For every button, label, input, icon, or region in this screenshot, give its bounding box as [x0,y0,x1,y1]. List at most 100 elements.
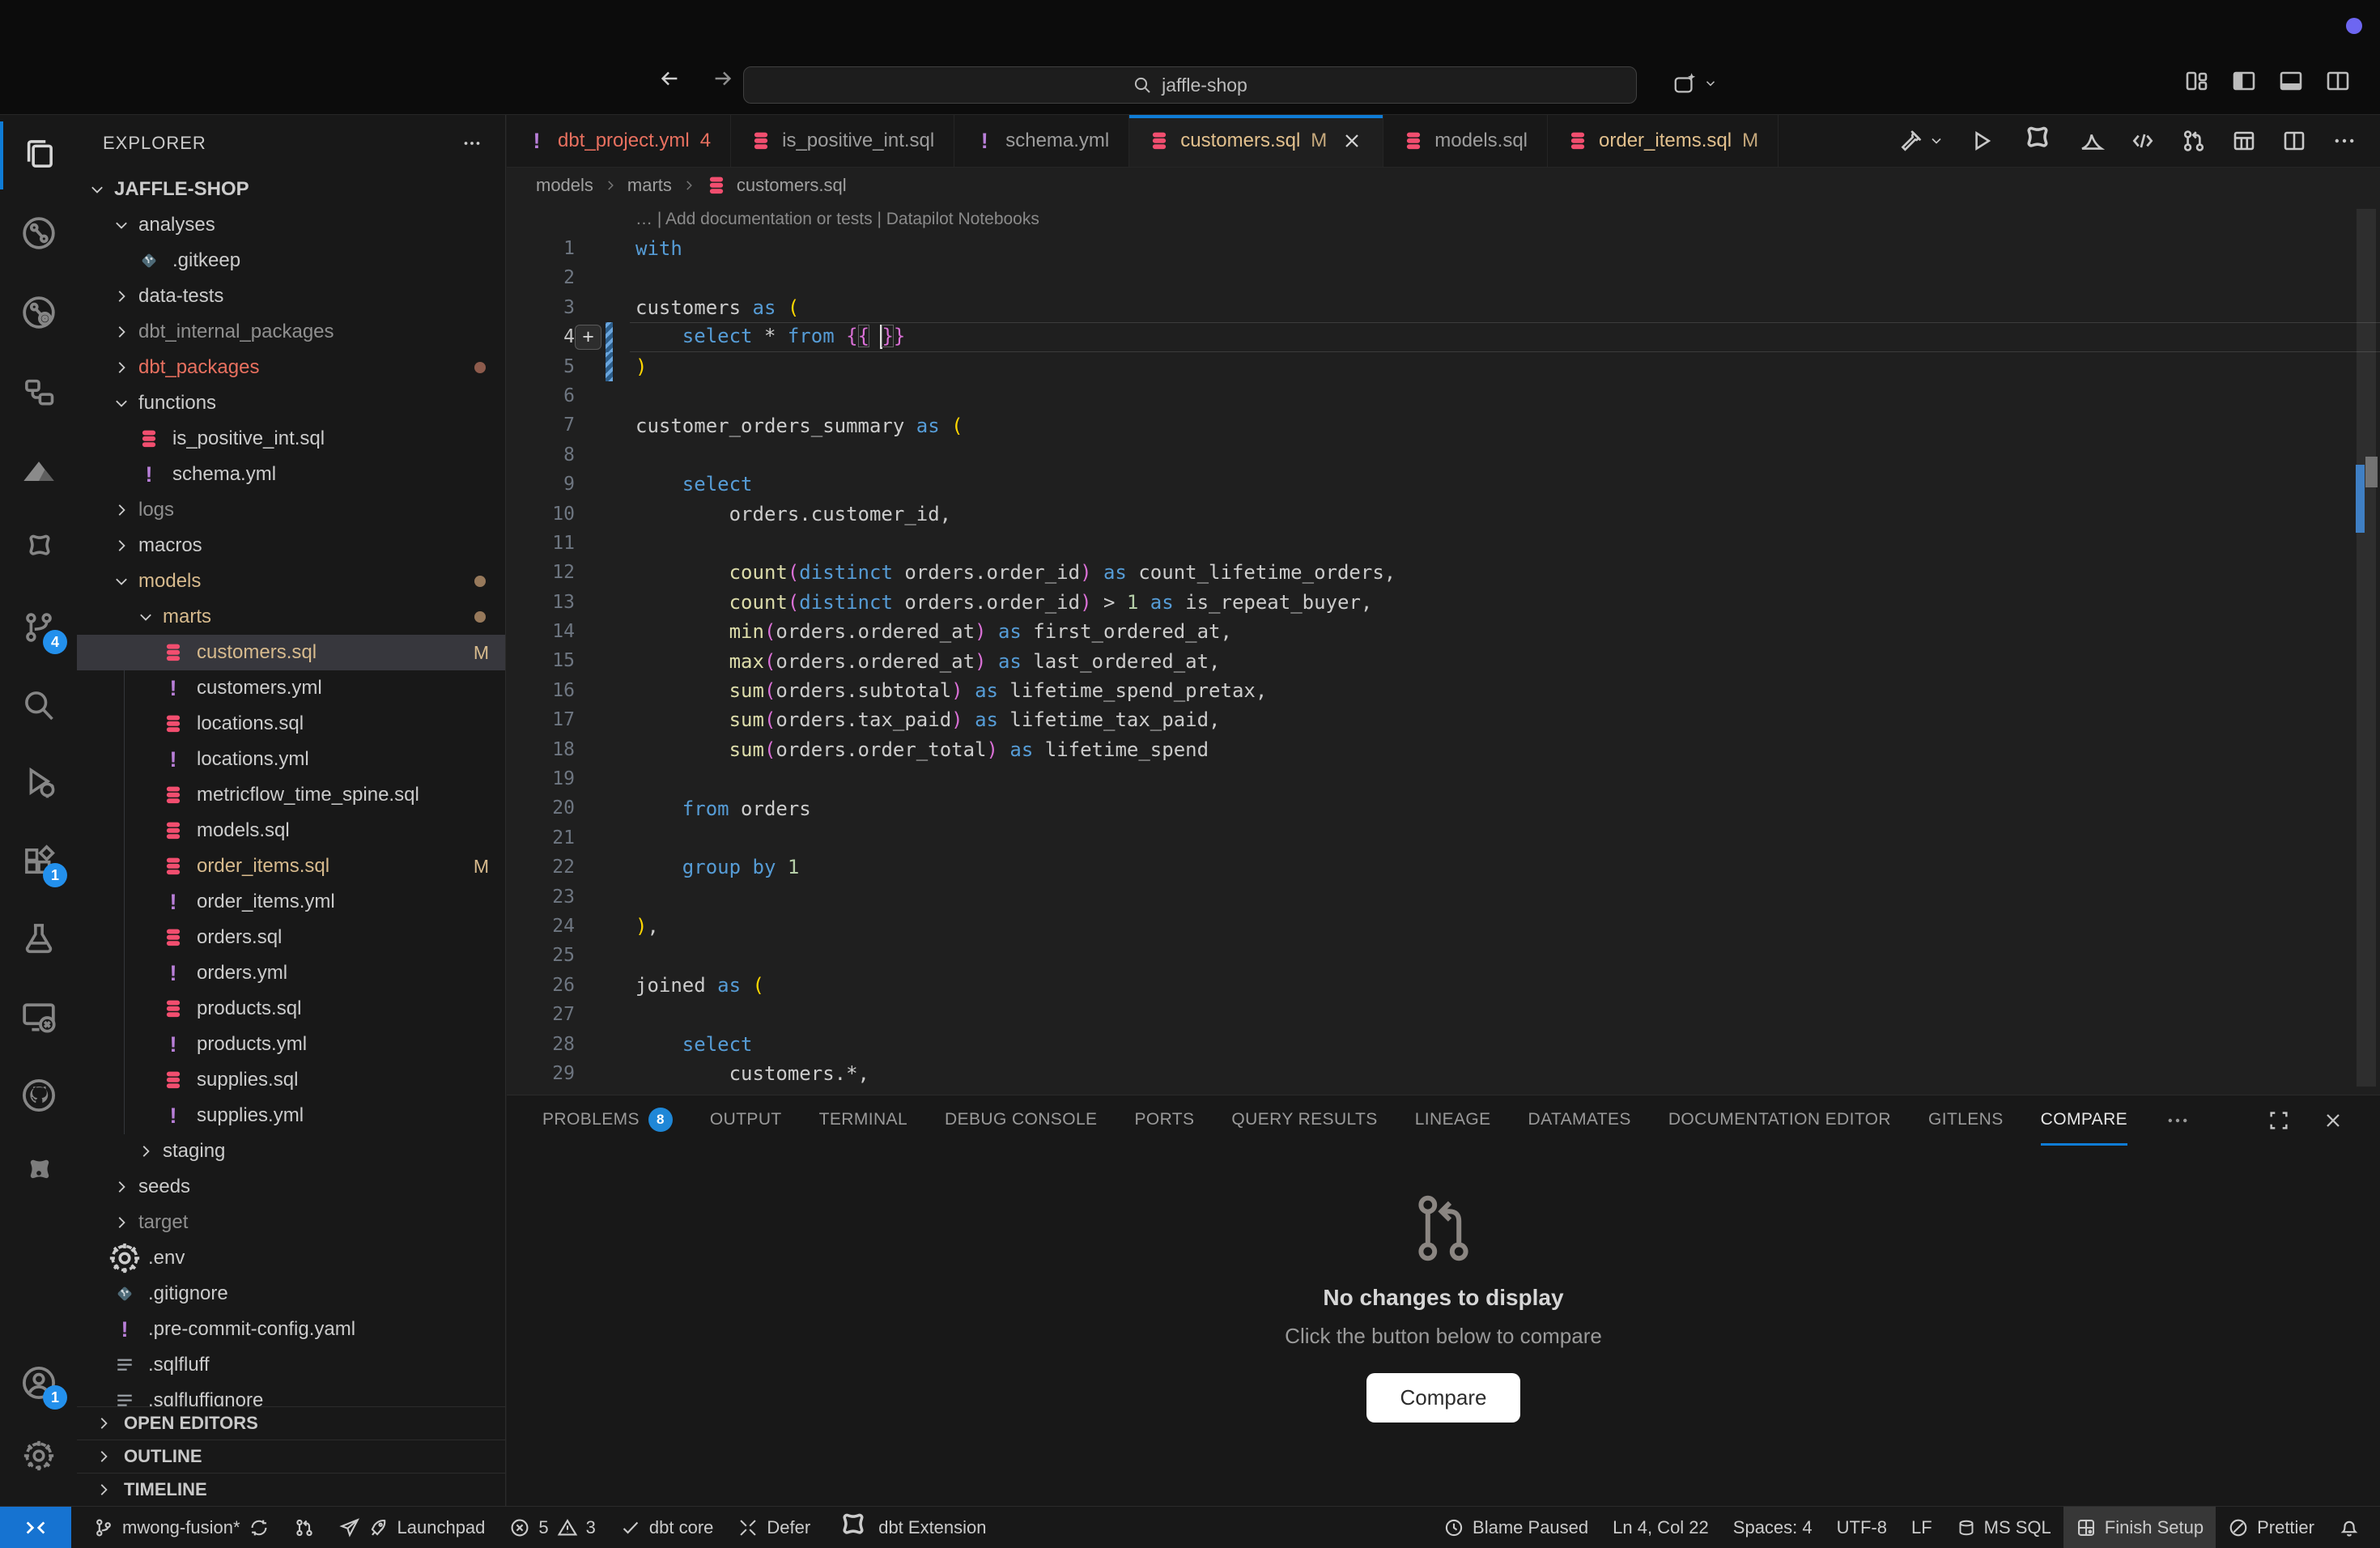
tree-item--sqlfluff[interactable]: .sqlfluff [77,1347,505,1383]
section-open-editors[interactable]: OPEN EDITORS [77,1406,505,1440]
activity-item-scm-graph[interactable] [0,198,77,268]
tree-item-target[interactable]: target [77,1205,505,1240]
tree-item-order-items-yml[interactable]: !order_items.yml [77,884,505,920]
activity-item-accounts[interactable]: 1 [0,1348,77,1418]
action-git-compare-action[interactable] [2181,128,2207,154]
add-button[interactable]: + [575,325,601,350]
tree-item-jaffle-shop[interactable]: JAFFLE-SHOP [77,172,505,207]
tree-item--env[interactable]: .env [77,1240,505,1276]
tree-item-staging[interactable]: staging [77,1133,505,1169]
tree-item-models-sql[interactable]: models.sql [77,813,505,848]
code-line-15[interactable]: 15 max(orders.ordered_at) as last_ordere… [507,646,2380,675]
code-line-17[interactable]: 17 sum(orders.tax_paid) as lifetime_tax_… [507,705,2380,734]
tree-item-orders-sql[interactable]: orders.sql [77,920,505,955]
breadcrumb[interactable]: modelsmartscustomers.sql [507,168,2380,203]
remote-indicator[interactable] [0,1507,71,1548]
code-line-3[interactable]: 3customers as ( [507,293,2380,322]
code-line-8[interactable]: 8 [507,440,2380,470]
code-area[interactable]: 1with23customers as (4+ select * from {{… [507,234,2380,1088]
code-line-10[interactable]: 10 orders.customer_id, [507,500,2380,529]
code-line-25[interactable]: 25 [507,941,2380,970]
tree-item-orders-yml[interactable]: !orders.yml [77,955,505,991]
maximize-panel-icon[interactable] [2267,1108,2291,1133]
panel-tab-lineage[interactable]: LINEAGE [1415,1095,1491,1146]
tree-item-analyses[interactable]: analyses [77,207,505,243]
action-run-query[interactable] [1969,128,1995,154]
tree-item--gitkeep[interactable]: .gitkeep [77,243,505,279]
status-git-branch[interactable]: mwong-fusion* [81,1507,282,1548]
activity-item-run-and-debug[interactable] [0,746,77,816]
activity-item-flow[interactable] [0,356,77,426]
tree-item-schema-yml[interactable]: !schema.yml [77,457,505,492]
code-line-19[interactable]: 19 [507,764,2380,793]
tree-item-dbt-packages[interactable]: dbt_packages [77,350,505,385]
code-line-9[interactable]: 9 select [507,470,2380,499]
status-dbt-extension[interactable]: dbt Extension [822,1507,998,1548]
toggle-panel-icon[interactable] [2278,68,2304,94]
code-line-24[interactable]: 24), [507,912,2380,941]
panel-tab-debug-console[interactable]: DEBUG CONSOLE [945,1095,1097,1146]
tree-item-is-positive-int-sql[interactable]: is_positive_int.sql [77,421,505,457]
close-icon[interactable] [1341,130,1363,152]
tree-item-products-yml[interactable]: !products.yml [77,1027,505,1062]
code-line-26[interactable]: 26joined as ( [507,971,2380,1000]
tree-item-locations-yml[interactable]: !locations.yml [77,742,505,777]
tree-item-customers-sql[interactable]: customers.sqlM [77,635,505,670]
tree-item-supplies-sql[interactable]: supplies.sql [77,1062,505,1098]
status-git-compare-status[interactable] [282,1507,327,1548]
status-encoding[interactable]: UTF-8 [1825,1507,1899,1548]
customize-layout-icon[interactable] [2184,68,2210,94]
code-line-2[interactable]: 2 [507,263,2380,292]
status-notifications[interactable] [2327,1507,2372,1548]
action-more-actions[interactable] [2331,128,2357,154]
panel-tab-query-results[interactable]: QUERY RESULTS [1231,1095,1377,1146]
command-center-search[interactable]: jaffle-shop [743,66,1637,104]
compare-button[interactable]: Compare [1366,1373,1521,1423]
tree-item-marts[interactable]: marts [77,599,505,635]
code-line-23[interactable]: 23 [507,882,2380,912]
code-line-22[interactable]: 22 group by 1 [507,853,2380,882]
breadcrumb-item[interactable]: models [536,175,593,196]
tab-customers-sql[interactable]: customers.sqlM [1129,115,1383,167]
tree-item-logs[interactable]: logs [77,492,505,528]
status-defer[interactable]: Defer [725,1507,822,1548]
breadcrumb-item[interactable]: marts [627,175,672,196]
code-line-28[interactable]: 28 select [507,1030,2380,1059]
code-line-18[interactable]: 18 sum(orders.order_total) as lifetime_s… [507,735,2380,764]
code-line-11[interactable]: 11 [507,529,2380,558]
code-line-20[interactable]: 20 from orders [507,793,2380,823]
panel-more-icon[interactable] [2165,1108,2191,1133]
status-finish-setup[interactable]: Finish Setup [2063,1507,2216,1548]
status-problems-summary[interactable]: 53 [497,1507,608,1548]
activity-item-settings[interactable] [0,1421,77,1491]
tree-item--pre-commit-config-yaml[interactable]: !.pre-commit-config.yaml [77,1312,505,1347]
status-indentation[interactable]: Spaces: 4 [1721,1507,1825,1548]
section-timeline[interactable]: TIMELINE [77,1473,505,1506]
panel-tab-documentation-editor[interactable]: DOCUMENTATION EDITOR [1668,1095,1891,1146]
activity-item-github[interactable] [0,1061,77,1130]
tree-item-locations-sql[interactable]: locations.sql [77,706,505,742]
tab-schema-yml[interactable]: !schema.yml [954,115,1129,167]
tree-item-data-tests[interactable]: data-tests [77,279,505,314]
editor-scrollbar[interactable] [2352,206,2380,1095]
tree-item-customers-yml[interactable]: !customers.yml [77,670,505,706]
code-line-16[interactable]: 16 sum(orders.subtotal) as lifetime_spen… [507,676,2380,705]
panel-tab-terminal[interactable]: TERMINAL [819,1095,907,1146]
toggle-secondary-sidebar-icon[interactable] [2325,68,2351,94]
navigate-forward-icon[interactable] [711,66,735,91]
status-cursor-position[interactable]: Ln 4, Col 22 [1600,1507,1721,1548]
action-compile-sql[interactable] [2129,127,2157,155]
code-line-21[interactable]: 21 [507,823,2380,853]
status-language-mode[interactable]: MS SQL [1944,1507,2063,1548]
activity-item-testing[interactable] [0,903,77,972]
action-split-editor[interactable] [2281,128,2307,154]
action-datafold-action[interactable] [2079,128,2105,154]
code-line-7[interactable]: 7customer_orders_summary as ( [507,410,2380,440]
status-prettier[interactable]: Prettier [2216,1507,2327,1548]
scrollbar-slider[interactable] [2357,209,2376,1087]
action-dbt-action[interactable] [2019,123,2055,159]
status-blame[interactable]: Blame Paused [1431,1507,1600,1548]
activity-item-extensions[interactable]: 1 [0,826,77,895]
code-line-5[interactable]: 5) [507,352,2380,381]
tab-order-items-sql[interactable]: order_items.sqlM [1548,115,1779,167]
